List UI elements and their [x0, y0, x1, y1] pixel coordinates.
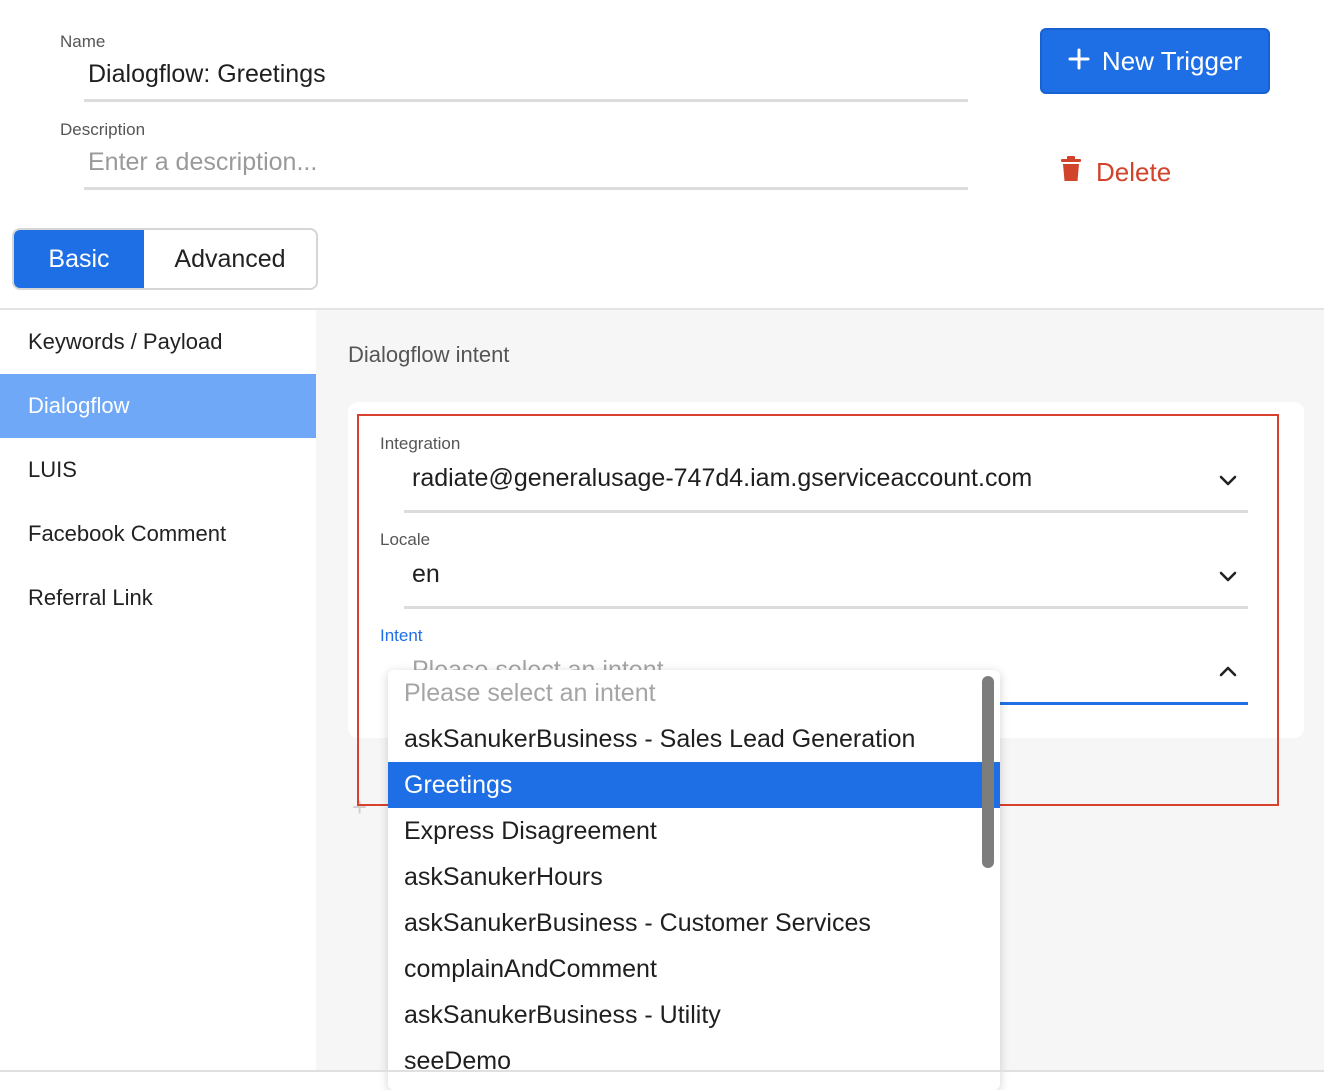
intent-option[interactable]: askSanukerHours	[388, 854, 1000, 900]
add-icon: +	[352, 792, 368, 822]
description-label: Description	[60, 120, 146, 139]
sidebar-item-keywords-payload[interactable]: Keywords / Payload	[0, 310, 316, 374]
integration-underline	[404, 510, 1248, 513]
section-title: Dialogflow intent	[348, 342, 510, 367]
integration-label: Integration	[380, 434, 461, 453]
mode-toggle: Basic Advanced	[12, 228, 318, 290]
name-underline	[84, 99, 968, 102]
intent-label: Intent	[380, 626, 423, 645]
intent-option[interactable]: seeDemo	[388, 1038, 1000, 1084]
trigger-type-sidebar: Keywords / Payload Dialogflow LUIS Faceb…	[0, 310, 316, 1074]
new-trigger-label: New Trigger	[1101, 45, 1243, 76]
chevron-down-icon	[1218, 474, 1238, 493]
tab-basic[interactable]: Basic	[14, 230, 144, 288]
sidebar-item-dialogflow[interactable]: Dialogflow	[0, 374, 316, 438]
chevron-down-icon	[1218, 570, 1238, 589]
integration-value: radiate@generalusage-747d4.iam.gservicea…	[412, 464, 1033, 492]
delete-label: Delete	[1096, 156, 1172, 187]
delete-button[interactable]: Delete	[1060, 150, 1171, 194]
intent-option[interactable]: askSanukerBusiness - Customer Services	[388, 900, 1000, 946]
trash-icon	[1060, 155, 1082, 189]
intent-option[interactable]: askSanukerBusiness - Sales Lead Generati…	[388, 716, 1000, 762]
locale-underline	[404, 606, 1248, 609]
plus-icon	[1068, 46, 1090, 77]
sidebar-item-facebook-comment[interactable]: Facebook Comment	[0, 502, 316, 566]
description-input[interactable]: Enter a description...	[88, 148, 317, 177]
sidebar-item-luis[interactable]: LUIS	[0, 438, 316, 502]
locale-select[interactable]: en	[404, 554, 1248, 606]
intent-option[interactable]: Please select an intent	[388, 670, 1000, 716]
integration-select[interactable]: radiate@generalusage-747d4.iam.gservicea…	[404, 458, 1248, 510]
new-trigger-button[interactable]: New Trigger	[1040, 28, 1270, 94]
name-label: Name	[60, 32, 106, 51]
bottom-border	[0, 1070, 1324, 1072]
locale-value: en	[412, 560, 440, 588]
tab-advanced[interactable]: Advanced	[144, 230, 316, 288]
locale-label: Locale	[380, 530, 431, 549]
intent-option[interactable]: complainAndComment	[388, 946, 1000, 992]
intent-option[interactable]: askSanukerBusiness - Utility	[388, 992, 1000, 1038]
sidebar-item-referral-link[interactable]: Referral Link	[0, 566, 316, 630]
dropdown-scrollbar[interactable]	[982, 676, 994, 868]
name-input[interactable]: Dialogflow: Greetings	[88, 60, 326, 89]
intent-option-selected[interactable]: Greetings	[388, 762, 1000, 808]
intent-dropdown-list[interactable]: Please select an intent askSanukerBusine…	[388, 670, 1000, 1090]
description-underline	[84, 187, 968, 190]
chevron-up-icon	[1218, 664, 1238, 683]
intent-option[interactable]: Express Disagreement	[388, 808, 1000, 854]
